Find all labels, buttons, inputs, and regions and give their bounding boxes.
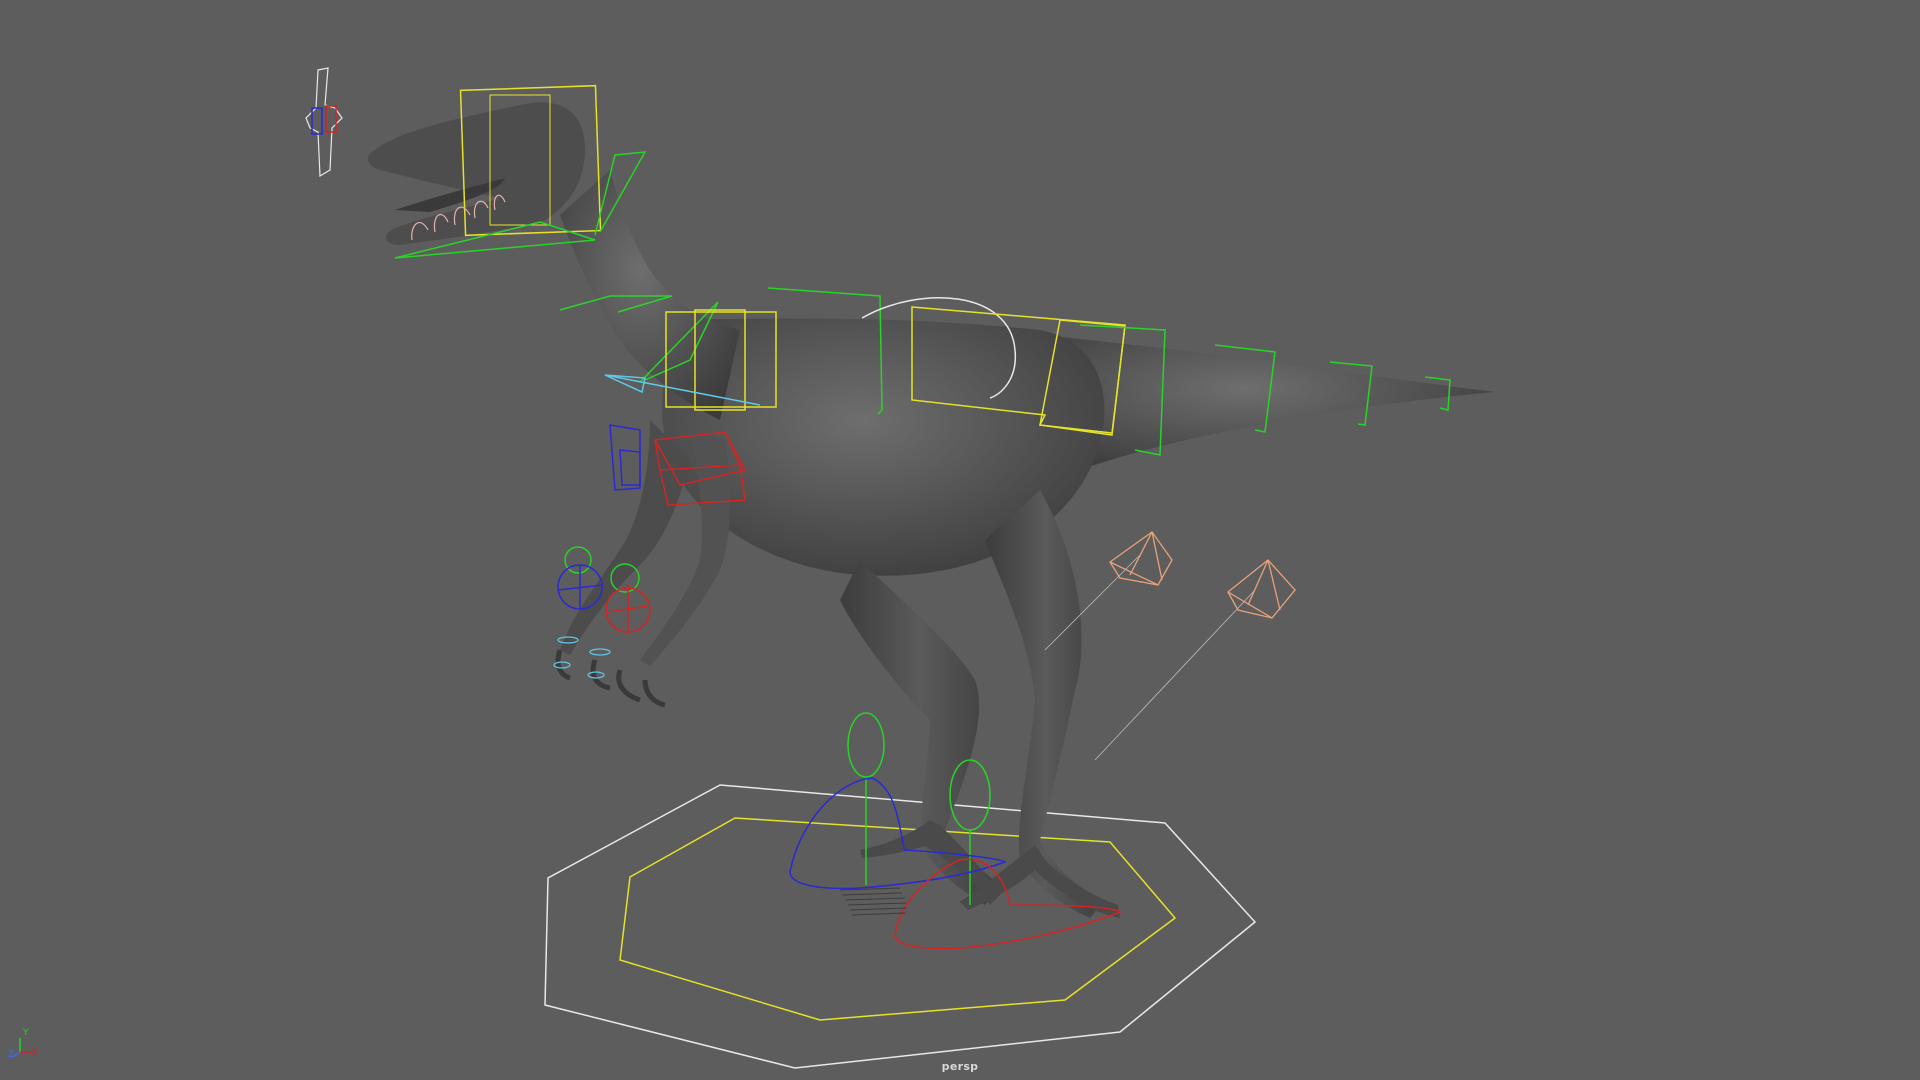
foot-grid-marker	[839, 887, 907, 916]
shoulder-control-blue[interactable]	[609, 424, 641, 491]
knee-pole-vector-right[interactable]	[1227, 559, 1296, 619]
maya-viewport-persp[interactable]: Y X Z persp	[0, 0, 1920, 1080]
pole-vector-line-2	[1094, 589, 1256, 761]
view-axis-gizmo: Y X Z	[8, 1028, 40, 1062]
raptor-head-mesh[interactable]	[368, 102, 585, 246]
axis-y-label: Y	[23, 1028, 29, 1038]
axis-x-label: X	[32, 1048, 39, 1058]
camera-name-label: persp	[941, 1060, 979, 1073]
scene-canvas[interactable]	[0, 0, 1920, 1080]
axis-z-label: Z	[8, 1050, 15, 1060]
raptor-right-leg-mesh[interactable]	[985, 490, 1105, 918]
knee-pole-vector-left[interactable]	[1109, 531, 1173, 586]
raptor-tail-mesh[interactable]	[1040, 335, 1495, 470]
eye-aim-control[interactable]	[305, 67, 343, 178]
raptor-neck-mesh[interactable]	[560, 170, 740, 420]
left-foot-green-ring[interactable]	[847, 712, 885, 778]
